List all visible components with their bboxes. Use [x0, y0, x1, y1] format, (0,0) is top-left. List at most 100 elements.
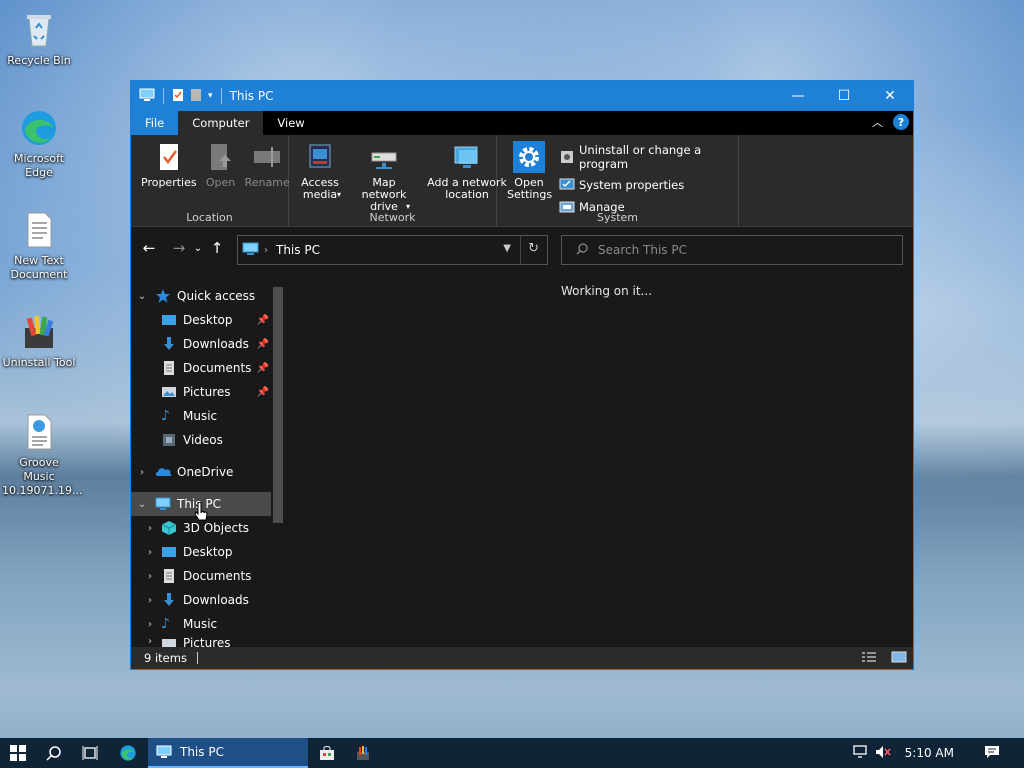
uninstall-tool-taskbar-button[interactable] — [346, 738, 380, 768]
system-properties-button[interactable]: System properties — [559, 177, 732, 193]
group-name-network: Network — [369, 211, 416, 224]
text-document-icon — [19, 210, 59, 250]
chevron-right-icon[interactable]: › — [143, 523, 157, 534]
tree-item-downloads[interactable]: Downloads 📌 — [131, 332, 271, 356]
chevron-down-icon[interactable]: ⌄ — [135, 499, 149, 510]
edge-taskbar-button[interactable] — [108, 738, 148, 768]
qat-dropdown-icon[interactable]: ▾ — [208, 91, 213, 101]
desktop-icon-label: Microsoft Edge — [14, 152, 65, 179]
minimize-button[interactable]: — — [775, 81, 821, 111]
breadcrumb-chevron-icon[interactable]: › — [264, 245, 268, 256]
details-view-icon[interactable] — [861, 651, 877, 666]
search-icon — [46, 746, 61, 761]
tab-view[interactable]: View — [263, 111, 318, 135]
desktop-icon-uninstall-tool[interactable]: Uninstall Tool — [2, 312, 76, 370]
star-icon — [155, 288, 171, 304]
tree-item-documents[interactable]: Documents 📌 — [131, 356, 271, 380]
network-location-icon — [451, 141, 483, 173]
uninstall-tool-icon — [357, 746, 369, 760]
computer-icon — [139, 88, 155, 105]
task-view-button[interactable] — [72, 738, 108, 768]
desktop-icon-text-document[interactable]: New Text Document — [2, 210, 76, 282]
chevron-right-icon[interactable]: › — [143, 636, 157, 647]
taskbar-app-this-pc[interactable]: This PC — [148, 738, 308, 768]
address-bar[interactable]: › This PC ▼ ↻ — [237, 235, 548, 265]
picture-icon — [161, 384, 177, 400]
web-document-icon — [19, 412, 59, 452]
store-taskbar-button[interactable] — [310, 738, 344, 768]
maximize-button[interactable]: ☐ — [821, 81, 867, 111]
tree-item-pc-pictures[interactable]: › Pictures — [131, 636, 271, 647]
search-box[interactable]: Search This PC — [561, 235, 903, 265]
properties-qat-icon[interactable] — [172, 88, 184, 105]
document-icon — [161, 360, 177, 376]
new-folder-qat-icon[interactable] — [190, 88, 202, 105]
status-bar: 9 items — [131, 647, 913, 669]
ribbon-group-location: Properties Open Rename Location — [131, 135, 290, 227]
forward-button[interactable]: → — [167, 236, 191, 260]
chevron-right-icon[interactable]: › — [135, 467, 149, 478]
ribbon-tabs: File Computer View ︿ ? — [131, 111, 913, 135]
edge-icon — [120, 745, 136, 761]
computer-icon — [155, 496, 171, 512]
tree-item-pc-music[interactable]: › ♪ Music — [131, 612, 271, 636]
cloud-icon — [155, 464, 172, 480]
navigation-pane[interactable]: ⌄ Quick access Desktop 📌 Downloads 📌 Doc… — [131, 269, 289, 647]
chevron-right-icon[interactable]: › — [143, 619, 157, 630]
navigation-bar: ← → ⌄ ↑ › This PC ▼ ↻ Search This PC — [131, 227, 913, 269]
tree-item-pc-downloads[interactable]: › Downloads — [131, 588, 271, 612]
ribbon-group-system: Open Settings Uninstall or change a prog… — [497, 135, 739, 227]
gear-icon — [513, 141, 545, 173]
properties-icon — [153, 141, 185, 173]
desktop-icon-label: Groove Music 10.19071.19... — [2, 456, 83, 497]
volume-muted-icon[interactable] — [875, 745, 891, 762]
tab-file[interactable]: File — [131, 111, 179, 135]
tree-item-desktop[interactable]: Desktop 📌 — [131, 308, 271, 332]
network-icon[interactable] — [853, 744, 869, 762]
title-bar[interactable]: ▾ This PC — ☐ ✕ — [131, 81, 913, 111]
tree-item-videos[interactable]: Videos — [131, 428, 271, 452]
scrollbar-thumb[interactable] — [273, 287, 283, 523]
tree-item-pc-desktop[interactable]: › Desktop — [131, 540, 271, 564]
collapse-ribbon-icon[interactable]: ︿ — [872, 114, 883, 130]
close-button[interactable]: ✕ — [867, 81, 913, 111]
clock[interactable]: 5:10 AM — [905, 746, 954, 760]
desktop-icon-recycle-bin[interactable]: Recycle Bin — [2, 10, 76, 68]
start-button[interactable] — [0, 738, 36, 768]
nav-pane-scrollbar[interactable]: ⌄ — [271, 285, 285, 647]
chevron-right-icon[interactable]: › — [143, 595, 157, 606]
tree-item-pc-documents[interactable]: › Documents — [131, 564, 271, 588]
large-icons-view-icon[interactable] — [891, 651, 907, 666]
refresh-icon[interactable]: ↻ — [528, 241, 539, 256]
cube-icon — [161, 520, 177, 536]
up-button[interactable]: ↑ — [205, 236, 229, 260]
address-dropdown-icon[interactable]: ▼ — [503, 243, 511, 254]
back-button[interactable]: ← — [137, 236, 161, 260]
tree-item-onedrive[interactable]: › OneDrive — [131, 460, 271, 484]
chevron-down-icon[interactable]: ⌄ — [135, 291, 149, 302]
items-count: 9 items — [144, 651, 187, 665]
chevron-right-icon[interactable]: › — [143, 547, 157, 558]
tab-computer[interactable]: Computer — [178, 111, 264, 135]
notifications-icon[interactable] — [984, 745, 1000, 762]
ribbon-group-network: Access media ▾ Map network drive ▾ Add a… — [289, 135, 507, 227]
breadcrumb-this-pc[interactable]: This PC — [276, 243, 320, 257]
taskbar: This PC 5:10 AM — [0, 738, 1024, 768]
uninstall-program-button[interactable]: Uninstall or change a program — [559, 143, 732, 171]
desktop-icon-groove-music[interactable]: Groove Music 10.19071.19... — [2, 412, 83, 498]
tree-item-quick-access[interactable]: ⌄ Quick access — [131, 284, 271, 308]
help-icon[interactable]: ? — [893, 114, 909, 130]
tree-item-pictures[interactable]: Pictures 📌 — [131, 380, 271, 404]
pin-icon: 📌 — [256, 338, 269, 350]
search-taskbar-button[interactable] — [36, 738, 72, 768]
recent-locations-button[interactable]: ⌄ — [191, 236, 205, 260]
download-arrow-icon — [161, 336, 177, 352]
group-name-system: System — [596, 211, 639, 224]
content-pane[interactable]: Working on it... — [289, 269, 913, 647]
desktop-folder-icon — [161, 544, 177, 560]
chevron-right-icon[interactable]: › — [143, 571, 157, 582]
document-icon — [161, 568, 177, 584]
music-note-icon: ♪ — [161, 616, 170, 632]
tree-item-music[interactable]: ♪ Music — [131, 404, 271, 428]
desktop-icon-edge[interactable]: Microsoft Edge — [2, 108, 76, 180]
